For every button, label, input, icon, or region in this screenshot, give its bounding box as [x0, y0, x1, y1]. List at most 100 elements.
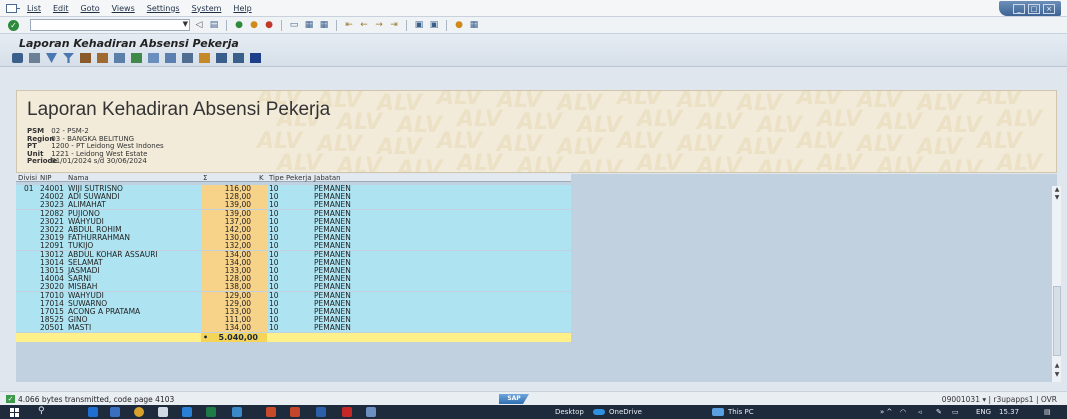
col-header-k[interactable]: K — [259, 174, 264, 182]
tray-volume-icon[interactable]: ◃ — [918, 408, 922, 416]
col-header-nip[interactable]: NIP — [40, 174, 52, 182]
menu-help[interactable]: Help — [233, 4, 251, 13]
vertical-scrollbar[interactable]: ▲ ▼ ▲ ▼ — [1051, 186, 1061, 382]
previous-page-icon[interactable]: ← — [358, 19, 370, 31]
taskbar-app-icon[interactable] — [232, 407, 242, 417]
search-icon[interactable]: ⚲ — [38, 406, 45, 416]
col-header-sum[interactable]: Σ — [203, 174, 207, 182]
find-next-icon[interactable]: ▦ — [318, 19, 330, 31]
save-layout-icon[interactable] — [233, 53, 244, 63]
settings-gear-icon[interactable] — [158, 407, 168, 417]
outlook-icon[interactable] — [266, 407, 276, 417]
chart-icon[interactable] — [199, 53, 210, 63]
word-icon[interactable] — [316, 407, 326, 417]
menu-settings[interactable]: Settings — [147, 4, 180, 13]
tray-pen-icon[interactable]: ✎ — [936, 408, 942, 416]
exit-icon[interactable]: ● — [248, 19, 260, 31]
filter-icon[interactable] — [63, 53, 74, 63]
print-icon[interactable]: ▭ — [288, 19, 300, 31]
menu-list[interactable]: List — [27, 4, 41, 13]
col-header-divisi[interactable]: Divisi — [18, 174, 37, 182]
mail-icon[interactable] — [148, 53, 159, 63]
onedrive-icon[interactable] — [593, 409, 605, 415]
scroll-up-icon[interactable]: ▲ — [1052, 186, 1062, 193]
file-explorer-icon[interactable] — [110, 407, 120, 417]
table-row[interactable]: 14004 SARNI 128,00 10 PEMANEN — [16, 275, 571, 284]
cell-nip[interactable]: 20501 — [40, 324, 64, 332]
enter-check-icon[interactable]: ✓ — [8, 19, 19, 31]
maximize-icon[interactable]: □ — [1028, 3, 1040, 14]
info-icon[interactable] — [250, 53, 261, 63]
tray-overflow-icon[interactable]: » ^ — [880, 408, 892, 416]
new-session-icon[interactable]: ▣ — [413, 19, 425, 31]
graphic-icon[interactable] — [165, 53, 176, 63]
chevron-down-icon[interactable]: ▼ — [183, 20, 188, 28]
menu-views[interactable]: Views — [112, 4, 135, 13]
sum-icon[interactable] — [80, 53, 91, 63]
tray-clock[interactable]: 15.37 — [999, 408, 1019, 416]
scroll-up-bottom-icon[interactable]: ▲ — [1052, 362, 1062, 369]
abc-analysis-icon[interactable] — [182, 53, 193, 63]
last-page-icon[interactable]: ⇥ — [388, 19, 400, 31]
print-preview-icon[interactable] — [29, 53, 40, 63]
taskbar-thispc-label[interactable]: This PC — [728, 408, 754, 416]
windows-start-icon[interactable] — [10, 408, 19, 417]
col-header-jabatan[interactable]: Jabatan — [314, 174, 341, 182]
powerpoint-icon[interactable] — [290, 407, 300, 417]
edge-icon[interactable] — [88, 407, 98, 417]
menu-goto[interactable]: Goto — [80, 4, 99, 13]
scroll-down-icon[interactable]: ▼ — [1052, 194, 1062, 201]
next-page-icon[interactable]: → — [373, 19, 385, 31]
cell-tipe[interactable]: 10 — [269, 324, 279, 332]
sap-logon-icon[interactable] — [366, 407, 376, 417]
excel-icon[interactable] — [206, 407, 216, 417]
cell-divisi[interactable]: 01 — [24, 185, 34, 193]
chrome-icon[interactable] — [134, 407, 144, 417]
close-icon[interactable]: × — [1043, 3, 1055, 14]
app-menu-icon[interactable] — [6, 3, 20, 13]
acrobat-icon[interactable] — [342, 407, 352, 417]
calculator-icon[interactable] — [182, 407, 192, 417]
save-icon[interactable]: ▤ — [208, 19, 220, 31]
table-row[interactable]: 23019 FATHURRAHMAN 130,00 10 PEMANEN — [16, 234, 571, 243]
scroll-thumb[interactable] — [1053, 286, 1061, 356]
shortcut-icon[interactable]: ▣ — [428, 19, 440, 31]
sort-ascending-icon[interactable] — [46, 53, 57, 63]
first-page-icon[interactable]: ⇤ — [343, 19, 355, 31]
table-row[interactable]: 18525 GINO 111,00 10 PEMANEN — [16, 316, 571, 325]
help-icon[interactable]: ● — [453, 19, 465, 31]
total-row[interactable]: • 5.040,00 — [16, 332, 571, 342]
cell-k[interactable]: 134,00 — [203, 324, 251, 332]
export-icon[interactable] — [131, 53, 142, 63]
table-row[interactable]: 13015 JASMADI 133,00 10 PEMANEN — [16, 267, 571, 275]
total-value[interactable]: 5.040,00 — [210, 333, 258, 342]
layout-change-icon[interactable] — [114, 53, 125, 63]
tray-language[interactable]: ENG — [976, 408, 991, 416]
menu-edit[interactable]: Edit — [53, 4, 69, 13]
col-header-tipe-pekerja[interactable]: Tipe Pekerja — [269, 174, 311, 182]
alv-grid[interactable]: Divisi NIP Nama Σ K Tipe Pekerja Jabatan… — [16, 174, 1057, 382]
scroll-down-bottom-icon[interactable]: ▼ — [1052, 371, 1062, 378]
table-row[interactable]: 20501 MASTI 134,00 10 PEMANEN — [16, 324, 571, 333]
this-pc-icon[interactable] — [712, 408, 724, 416]
notifications-icon[interactable]: ▤ — [1044, 408, 1051, 416]
minimize-icon[interactable]: _ — [1013, 3, 1025, 14]
taskbar-desktop-label[interactable]: Desktop — [555, 408, 584, 416]
command-field[interactable]: ▼ — [30, 19, 190, 31]
tray-keyboard-icon[interactable]: ▭ — [952, 408, 959, 416]
cell-nama[interactable]: MASTI — [68, 324, 91, 332]
taskbar-onedrive-label[interactable]: OneDrive — [609, 408, 642, 416]
details-icon[interactable] — [12, 53, 23, 63]
system-info[interactable]: 09001031 ▾ | r3upapps1 | OVR — [942, 395, 1057, 404]
col-header-nama[interactable]: Nama — [68, 174, 89, 182]
table-row[interactable]: 17015 ACONG A PRATAMA 133,00 10 PEMANEN — [16, 308, 571, 316]
back-icon[interactable]: ● — [233, 19, 245, 31]
back-arrow-icon[interactable]: ◁ — [193, 19, 205, 31]
select-layout-icon[interactable] — [216, 53, 227, 63]
cell-jabatan[interactable]: PEMANEN — [314, 324, 351, 332]
find-icon[interactable]: ▦ — [303, 19, 315, 31]
menu-system[interactable]: System — [192, 4, 222, 13]
layout-icon[interactable]: ▦ — [468, 19, 480, 31]
cancel-icon[interactable]: ● — [263, 19, 275, 31]
subtotal-icon[interactable] — [97, 53, 108, 63]
